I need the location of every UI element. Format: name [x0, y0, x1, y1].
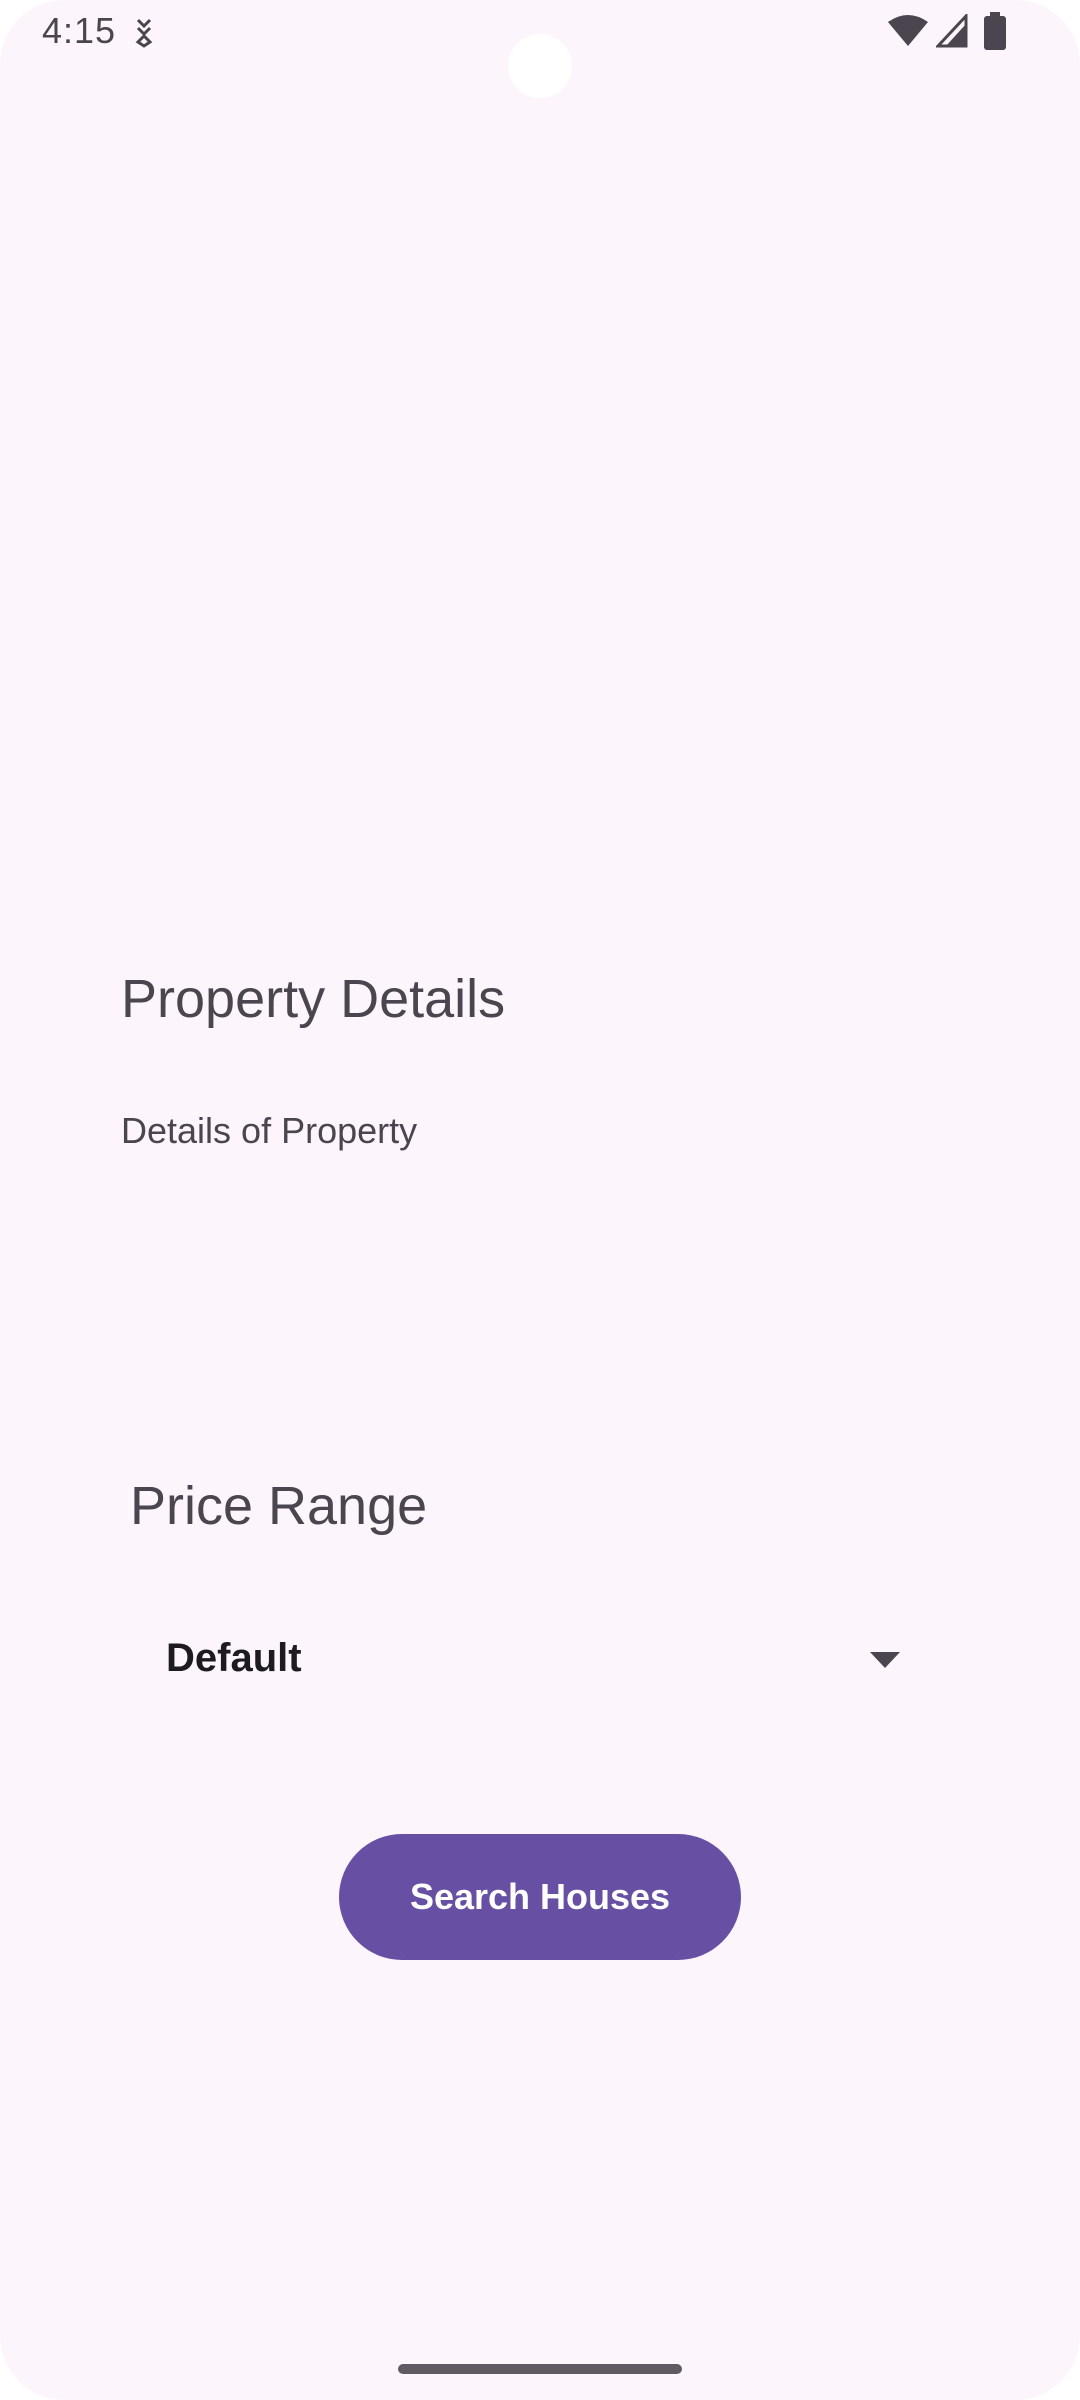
search-houses-button[interactable]: Search Houses	[339, 1834, 741, 1960]
price-range-dropdown[interactable]: Default	[140, 1610, 920, 1710]
camera-cutout	[508, 34, 572, 98]
property-details-heading: Property Details	[121, 969, 506, 1029]
status-bar: 4:15	[0, 0, 1080, 98]
status-time: 4:15	[42, 10, 117, 51]
app-screen: 4:15 Property Details Details of Propert…	[0, 0, 1080, 2400]
dropdown-arrow-icon	[870, 1652, 900, 1670]
download-indicator-icon	[130, 16, 158, 48]
wifi-icon	[888, 14, 928, 48]
home-indicator[interactable]	[398, 2364, 682, 2374]
signal-icon	[934, 12, 968, 48]
price-range-selected-value: Default	[166, 1636, 302, 1680]
property-details-text: Details of Property	[121, 1110, 418, 1151]
battery-icon	[984, 12, 1006, 50]
price-range-label: Price Range	[130, 1476, 428, 1536]
